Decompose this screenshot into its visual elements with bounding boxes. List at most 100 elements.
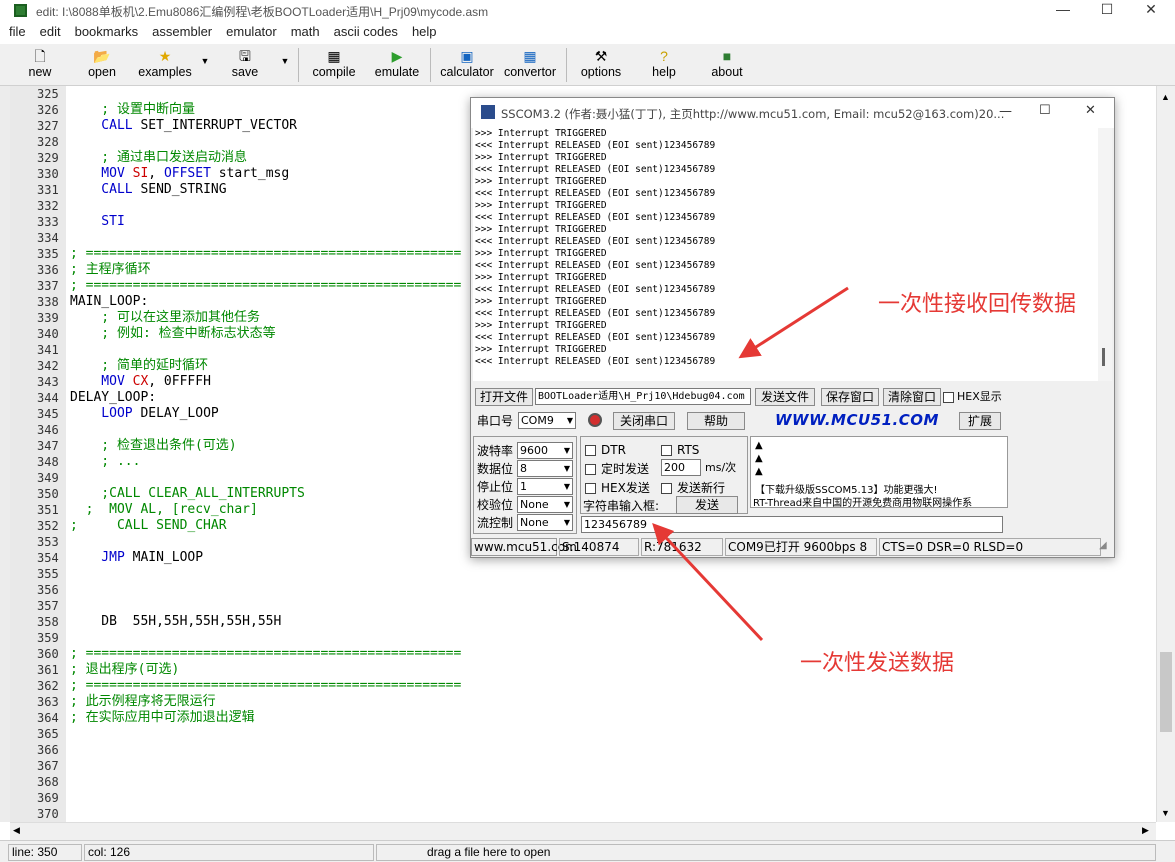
hex-send-checkbox[interactable] bbox=[585, 483, 596, 494]
info-line-2[interactable]: RT-Thread来自中国的开源免费商用物联网操作系 bbox=[753, 494, 972, 507]
examples-button[interactable]: ★ examples bbox=[134, 47, 196, 83]
stopbits-select[interactable]: 1 ▼ bbox=[517, 478, 573, 495]
options-button[interactable]: ⚒ options bbox=[574, 47, 628, 83]
app-icon bbox=[14, 4, 27, 17]
timed-send-checkbox[interactable] bbox=[585, 464, 596, 475]
databits-select[interactable]: 8 ▼ bbox=[517, 460, 573, 477]
open-button[interactable]: 📂 open bbox=[80, 47, 124, 83]
flow-select[interactable]: None ▼ bbox=[517, 514, 573, 531]
scroll-right-icon[interactable]: ▶ bbox=[1142, 825, 1149, 836]
code-token: LOOP bbox=[70, 406, 141, 421]
scroll-up-icon[interactable]: ▲ bbox=[1161, 92, 1170, 102]
sscom-minimize-button[interactable]: — bbox=[999, 104, 1012, 119]
scroll-left-icon[interactable]: ◀ bbox=[13, 825, 20, 836]
code-token: , bbox=[148, 166, 164, 181]
horizontal-scrollbar[interactable]: ◀ ▶ bbox=[10, 822, 1156, 840]
compile-button[interactable]: ▦ compile bbox=[306, 47, 362, 83]
line-number: 364 bbox=[37, 711, 59, 725]
code-token: SET_INTERRUPT_VECTOR bbox=[140, 118, 297, 133]
code-token: ; MOV AL, [recv_char] bbox=[70, 502, 258, 517]
sscom-window[interactable]: SSCOM3.2 (作者:聂小猛(丁丁), 主页http://www.mcu51… bbox=[470, 97, 1115, 558]
scroll-down-icon[interactable]: ▼ bbox=[1161, 808, 1170, 818]
emulate-button[interactable]: ▶ emulate bbox=[370, 47, 424, 83]
receive-log[interactable]: >>> Interrupt TRIGGERED <<< Interrupt REL… bbox=[473, 128, 1099, 381]
baud-select[interactable]: 9600 ▼ bbox=[517, 442, 573, 459]
annotation-receive: 一次性接收回传数据 bbox=[878, 292, 1077, 317]
receive-log-scrollbar[interactable] bbox=[1098, 128, 1112, 381]
code-line: ; ======================================… bbox=[66, 646, 1156, 662]
menu-math[interactable]: math bbox=[284, 22, 327, 39]
menu-file[interactable]: file bbox=[0, 22, 33, 39]
convertor-button[interactable]: ▦ convertor bbox=[500, 47, 560, 83]
file-path-field[interactable]: BOOTLoader适用\H_Prj10\Hdebug04.com bbox=[535, 388, 751, 405]
sscom-close-button[interactable]: ✕ bbox=[1085, 103, 1096, 118]
line-number: 369 bbox=[37, 791, 59, 805]
rts-checkbox[interactable] bbox=[661, 445, 672, 456]
help-button[interactable]: 帮助 bbox=[687, 412, 745, 430]
dropdown-arrow-icon: ▼ bbox=[563, 446, 570, 455]
menu-emulator[interactable]: emulator bbox=[219, 22, 284, 39]
site-link[interactable]: WWW.MCU51.COM bbox=[775, 411, 939, 429]
resize-grip-icon[interactable]: ◢ bbox=[1099, 540, 1107, 551]
save-window-button[interactable]: 保存窗口 bbox=[821, 388, 879, 406]
calculator-button[interactable]: ▣ calculator bbox=[436, 47, 498, 83]
send-file-button[interactable]: 发送文件 bbox=[755, 388, 815, 406]
menu-ascii-codes[interactable]: ascii codes bbox=[327, 22, 405, 39]
about-button[interactable]: ■ about bbox=[704, 47, 750, 83]
stopbits-value: 1 bbox=[520, 480, 527, 493]
port-select[interactable]: COM9 ▼ bbox=[518, 412, 576, 429]
new-button[interactable]: 🗋 new bbox=[22, 47, 58, 83]
star-icon: ★ bbox=[158, 48, 172, 64]
log-line: >>> Interrupt TRIGGERED bbox=[475, 152, 607, 163]
send-input[interactable]: 123456789 bbox=[581, 516, 1003, 533]
chip-icon: ■ bbox=[722, 48, 732, 64]
save-button[interactable]: 🖫 save bbox=[225, 47, 265, 83]
help-label: help bbox=[652, 65, 676, 79]
parity-select[interactable]: None ▼ bbox=[517, 496, 573, 513]
code-token: ; 可以在这里添加其他任务 bbox=[70, 310, 260, 325]
hex-display-checkbox[interactable] bbox=[943, 392, 954, 403]
options-label: options bbox=[580, 65, 622, 79]
databits-label: 数据位 bbox=[477, 462, 514, 476]
floppy-icon: 🖫 bbox=[239, 48, 251, 64]
scrollbar-thumb[interactable] bbox=[1102, 348, 1105, 366]
close-port-button[interactable]: 关闭串口 bbox=[613, 412, 675, 430]
menu-edit[interactable]: edit bbox=[33, 22, 68, 39]
line-number-gutter: 325 326 327 328 329 330 331 332 333 334 335 336 337 3… bbox=[10, 86, 66, 822]
code-token: ; ======================================… bbox=[70, 246, 462, 261]
toolbar-separator bbox=[566, 48, 567, 82]
input-label: 字符串输入框: bbox=[583, 499, 660, 513]
line-number: 332 bbox=[37, 199, 59, 213]
sscom-status-bar: www.mcu51.com S:140874 R:781632 COM9已打开 … bbox=[471, 537, 1114, 557]
menu-assembler[interactable]: assembler bbox=[145, 22, 219, 39]
expand-button[interactable]: 扩展 bbox=[959, 412, 1001, 430]
menu-help[interactable]: help bbox=[405, 22, 444, 39]
help-button[interactable]: ? help bbox=[644, 47, 684, 83]
code-token: ; 在实际应用中可添加退出逻辑 bbox=[70, 710, 255, 725]
interval-input[interactable]: 200 bbox=[661, 459, 701, 476]
port-status-indicator-icon bbox=[588, 413, 602, 427]
scrollbar-thumb[interactable] bbox=[1160, 652, 1172, 732]
status-site: www.mcu51.com bbox=[471, 538, 577, 556]
menu-bookmarks[interactable]: bookmarks bbox=[68, 22, 146, 39]
send-newline-checkbox[interactable] bbox=[661, 483, 672, 494]
close-button[interactable]: ✕ bbox=[1128, 0, 1174, 22]
clear-window-button[interactable]: 清除窗口 bbox=[883, 388, 941, 406]
hex-display-label: HEX显示 bbox=[957, 390, 1002, 403]
minimize-button[interactable]: — bbox=[1040, 0, 1086, 22]
maximize-button[interactable]: ☐ bbox=[1084, 0, 1130, 22]
baud-label: 波特率 bbox=[477, 444, 514, 458]
sscom-maximize-button[interactable]: ☐ bbox=[1039, 103, 1051, 118]
code-token: ; CALL SEND_CHAR bbox=[70, 518, 227, 533]
open-file-button[interactable]: 打开文件 bbox=[475, 388, 533, 406]
line-number: 329 bbox=[37, 151, 59, 165]
send-button[interactable]: 发送 bbox=[676, 496, 738, 514]
dtr-label: DTR bbox=[601, 443, 626, 457]
dtr-checkbox[interactable] bbox=[585, 445, 596, 456]
vertical-scrollbar[interactable]: ▲ ▼ bbox=[1156, 86, 1175, 822]
line-number: 363 bbox=[37, 695, 59, 709]
about-label: about bbox=[711, 65, 743, 79]
